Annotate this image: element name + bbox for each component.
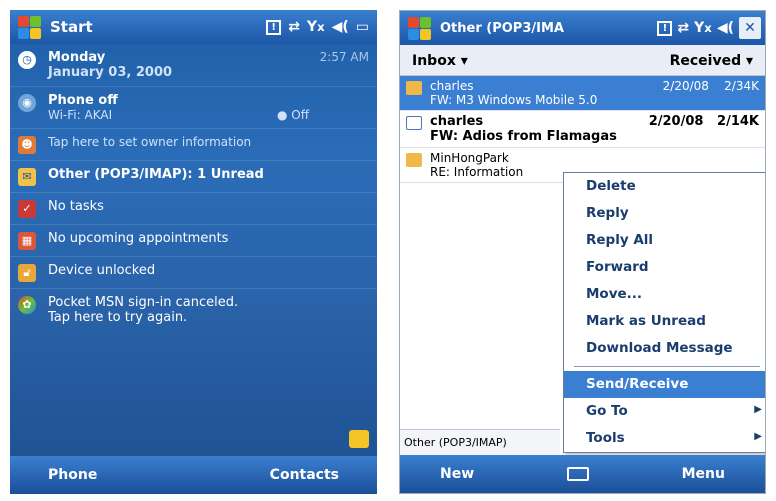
soft-key-bar: Phone Contacts	[10, 456, 377, 494]
appointments-label: No upcoming appointments	[48, 231, 229, 246]
tasks-icon: ✓	[18, 200, 36, 218]
menu-item-download[interactable]: Download Message	[564, 335, 765, 362]
menu-item-label: Go To	[586, 403, 628, 419]
start-icon[interactable]	[16, 14, 42, 40]
message-row[interactable]: charles 2/20/08 2/34K FW: M3 Windows Mob…	[400, 76, 765, 111]
phone-row[interactable]: ◉ Phone off Wi-Fi: AKAI ● Off	[10, 87, 377, 129]
menu-item-reply[interactable]: Reply	[564, 200, 765, 227]
unread-mail-icon	[406, 116, 422, 130]
message-subject: FW: Adios from Flamagas	[430, 129, 617, 144]
battery-icon[interactable]: ▭	[356, 19, 369, 35]
lock-icon: 🔓︎	[18, 264, 36, 282]
read-mail-icon	[406, 153, 422, 167]
volume-icon[interactable]: ◀(	[717, 20, 734, 36]
phone-status: Phone off	[48, 93, 118, 108]
menu-item-move[interactable]: Move...	[564, 281, 765, 308]
owner-row[interactable]: ☻ Tap here to set owner information	[10, 129, 377, 161]
email-row[interactable]: ✉ Other (POP3/IMAP): 1 Unread	[10, 161, 377, 193]
msn-butterfly-icon: ✿	[18, 296, 36, 314]
device-status: Device unlocked	[48, 263, 156, 278]
date-label: January 03, 2000	[48, 65, 173, 80]
keyboard-icon[interactable]	[566, 467, 589, 481]
wifi-toggle[interactable]: ● Off	[277, 108, 309, 122]
today-screen: Start ! ⇄ Yx ◀( ▭ ◷ Monday January 03, 2…	[10, 10, 377, 494]
chevron-down-icon: ▾	[460, 53, 468, 69]
context-menu: Delete Reply Reply All Forward Move... M…	[563, 172, 765, 453]
menu-separator	[574, 366, 760, 367]
soft-key-menu[interactable]: Menu	[682, 466, 725, 482]
wifi-state: Off	[291, 108, 309, 122]
day-label: Monday	[48, 50, 106, 65]
title-bar: Other (POP3/IMA ! ⇄ Yx ◀( ✕	[400, 11, 765, 45]
date-row[interactable]: ◷ Monday January 03, 2000 2:57 AM	[10, 44, 377, 87]
sort-label: Received	[669, 53, 742, 69]
menu-item-label: Tools	[586, 430, 625, 446]
soft-key-phone[interactable]: Phone	[48, 467, 97, 483]
menu-item-go-to[interactable]: Go To ▶	[564, 398, 765, 425]
inbox-header: Inbox ▾ Received ▾	[400, 45, 765, 76]
sort-dropdown[interactable]: Received ▾	[670, 53, 753, 69]
tasks-label: No tasks	[48, 199, 104, 214]
signal-off-icon[interactable]: Yx	[307, 19, 325, 35]
wifi-status: Wi-Fi: AKAI	[48, 108, 113, 122]
message-size: 2/14K	[717, 114, 759, 129]
volume-icon[interactable]: ◀(	[332, 19, 349, 35]
menu-item-reply-all[interactable]: Reply All	[564, 227, 765, 254]
message-row[interactable]: charles 2/20/08 2/14K FW: Adios from Fla…	[400, 111, 765, 148]
app-title[interactable]: Other (POP3/IMA	[440, 21, 657, 36]
message-date: 2/20/08	[648, 114, 704, 129]
connectivity-icon[interactable]: ⇄	[288, 19, 300, 35]
account-status: Other (POP3/IMAP)	[400, 429, 560, 455]
soft-key-bar: New Menu	[400, 455, 765, 493]
signal-off-icon[interactable]: Yx	[694, 20, 712, 36]
connectivity-icon[interactable]: ⇄	[677, 20, 689, 36]
clock-label: 2:57 AM	[319, 50, 369, 64]
message-date: 2/20/08	[662, 79, 709, 93]
clock-icon: ◷	[18, 51, 36, 69]
menu-item-mark-unread[interactable]: Mark as Unread	[564, 308, 765, 335]
msn-retry: Tap here to try again.	[48, 310, 188, 325]
message-from: charles	[430, 79, 474, 93]
title-bar: Start ! ⇄ Yx ◀( ▭	[10, 10, 377, 44]
app-title[interactable]: Start	[50, 18, 266, 36]
menu-item-send-receive[interactable]: Send/Receive	[564, 371, 765, 398]
msn-message: Pocket MSN sign-in canceled.	[48, 295, 239, 310]
email-status: Other (POP3/IMAP): 1 Unread	[48, 167, 264, 182]
msn-row[interactable]: ✿ Pocket MSN sign-in canceled. Tap here …	[10, 289, 377, 331]
owner-icon: ☻	[18, 136, 36, 154]
inbox-screen: Other (POP3/IMA ! ⇄ Yx ◀( ✕ Inbox ▾ Rece…	[399, 10, 766, 494]
owner-info-label: Tap here to set owner information	[48, 135, 252, 149]
menu-item-delete[interactable]: Delete	[564, 173, 765, 200]
folder-label: Inbox	[412, 53, 456, 69]
lock-row[interactable]: 🔓︎ Device unlocked	[10, 257, 377, 289]
start-icon[interactable]	[406, 15, 432, 41]
message-size: 2/34K	[724, 79, 759, 93]
submenu-arrow-icon: ▶	[754, 404, 762, 415]
status-tray: ! ⇄ Yx ◀( ▭	[266, 19, 377, 35]
soft-key-new[interactable]: New	[440, 466, 474, 482]
menu-item-tools[interactable]: Tools ▶	[564, 425, 765, 452]
status-tray: ! ⇄ Yx ◀( ✕	[657, 17, 765, 39]
tasks-row[interactable]: ✓ No tasks	[10, 193, 377, 225]
soft-key-contacts[interactable]: Contacts	[270, 467, 339, 483]
message-from: charles	[430, 114, 484, 129]
submenu-arrow-icon: ▶	[754, 431, 762, 442]
calendar-icon: ▦	[18, 232, 36, 250]
sip-keyboard-icon[interactable]	[349, 430, 369, 448]
notification-icon[interactable]: !	[266, 19, 282, 35]
calendar-row[interactable]: ▦ No upcoming appointments	[10, 225, 377, 257]
close-icon[interactable]: ✕	[739, 17, 761, 39]
inbox-icon: ✉	[18, 168, 36, 186]
folder-dropdown[interactable]: Inbox ▾	[412, 53, 468, 69]
notification-icon[interactable]: !	[657, 20, 673, 36]
radio-icon: ◉	[18, 94, 36, 112]
menu-item-forward[interactable]: Forward	[564, 254, 765, 281]
message-from: MinHongPark	[430, 151, 509, 165]
message-subject: FW: M3 Windows Mobile 5.0	[430, 93, 598, 107]
read-mail-icon	[406, 81, 422, 95]
chevron-down-icon: ▾	[745, 53, 753, 69]
